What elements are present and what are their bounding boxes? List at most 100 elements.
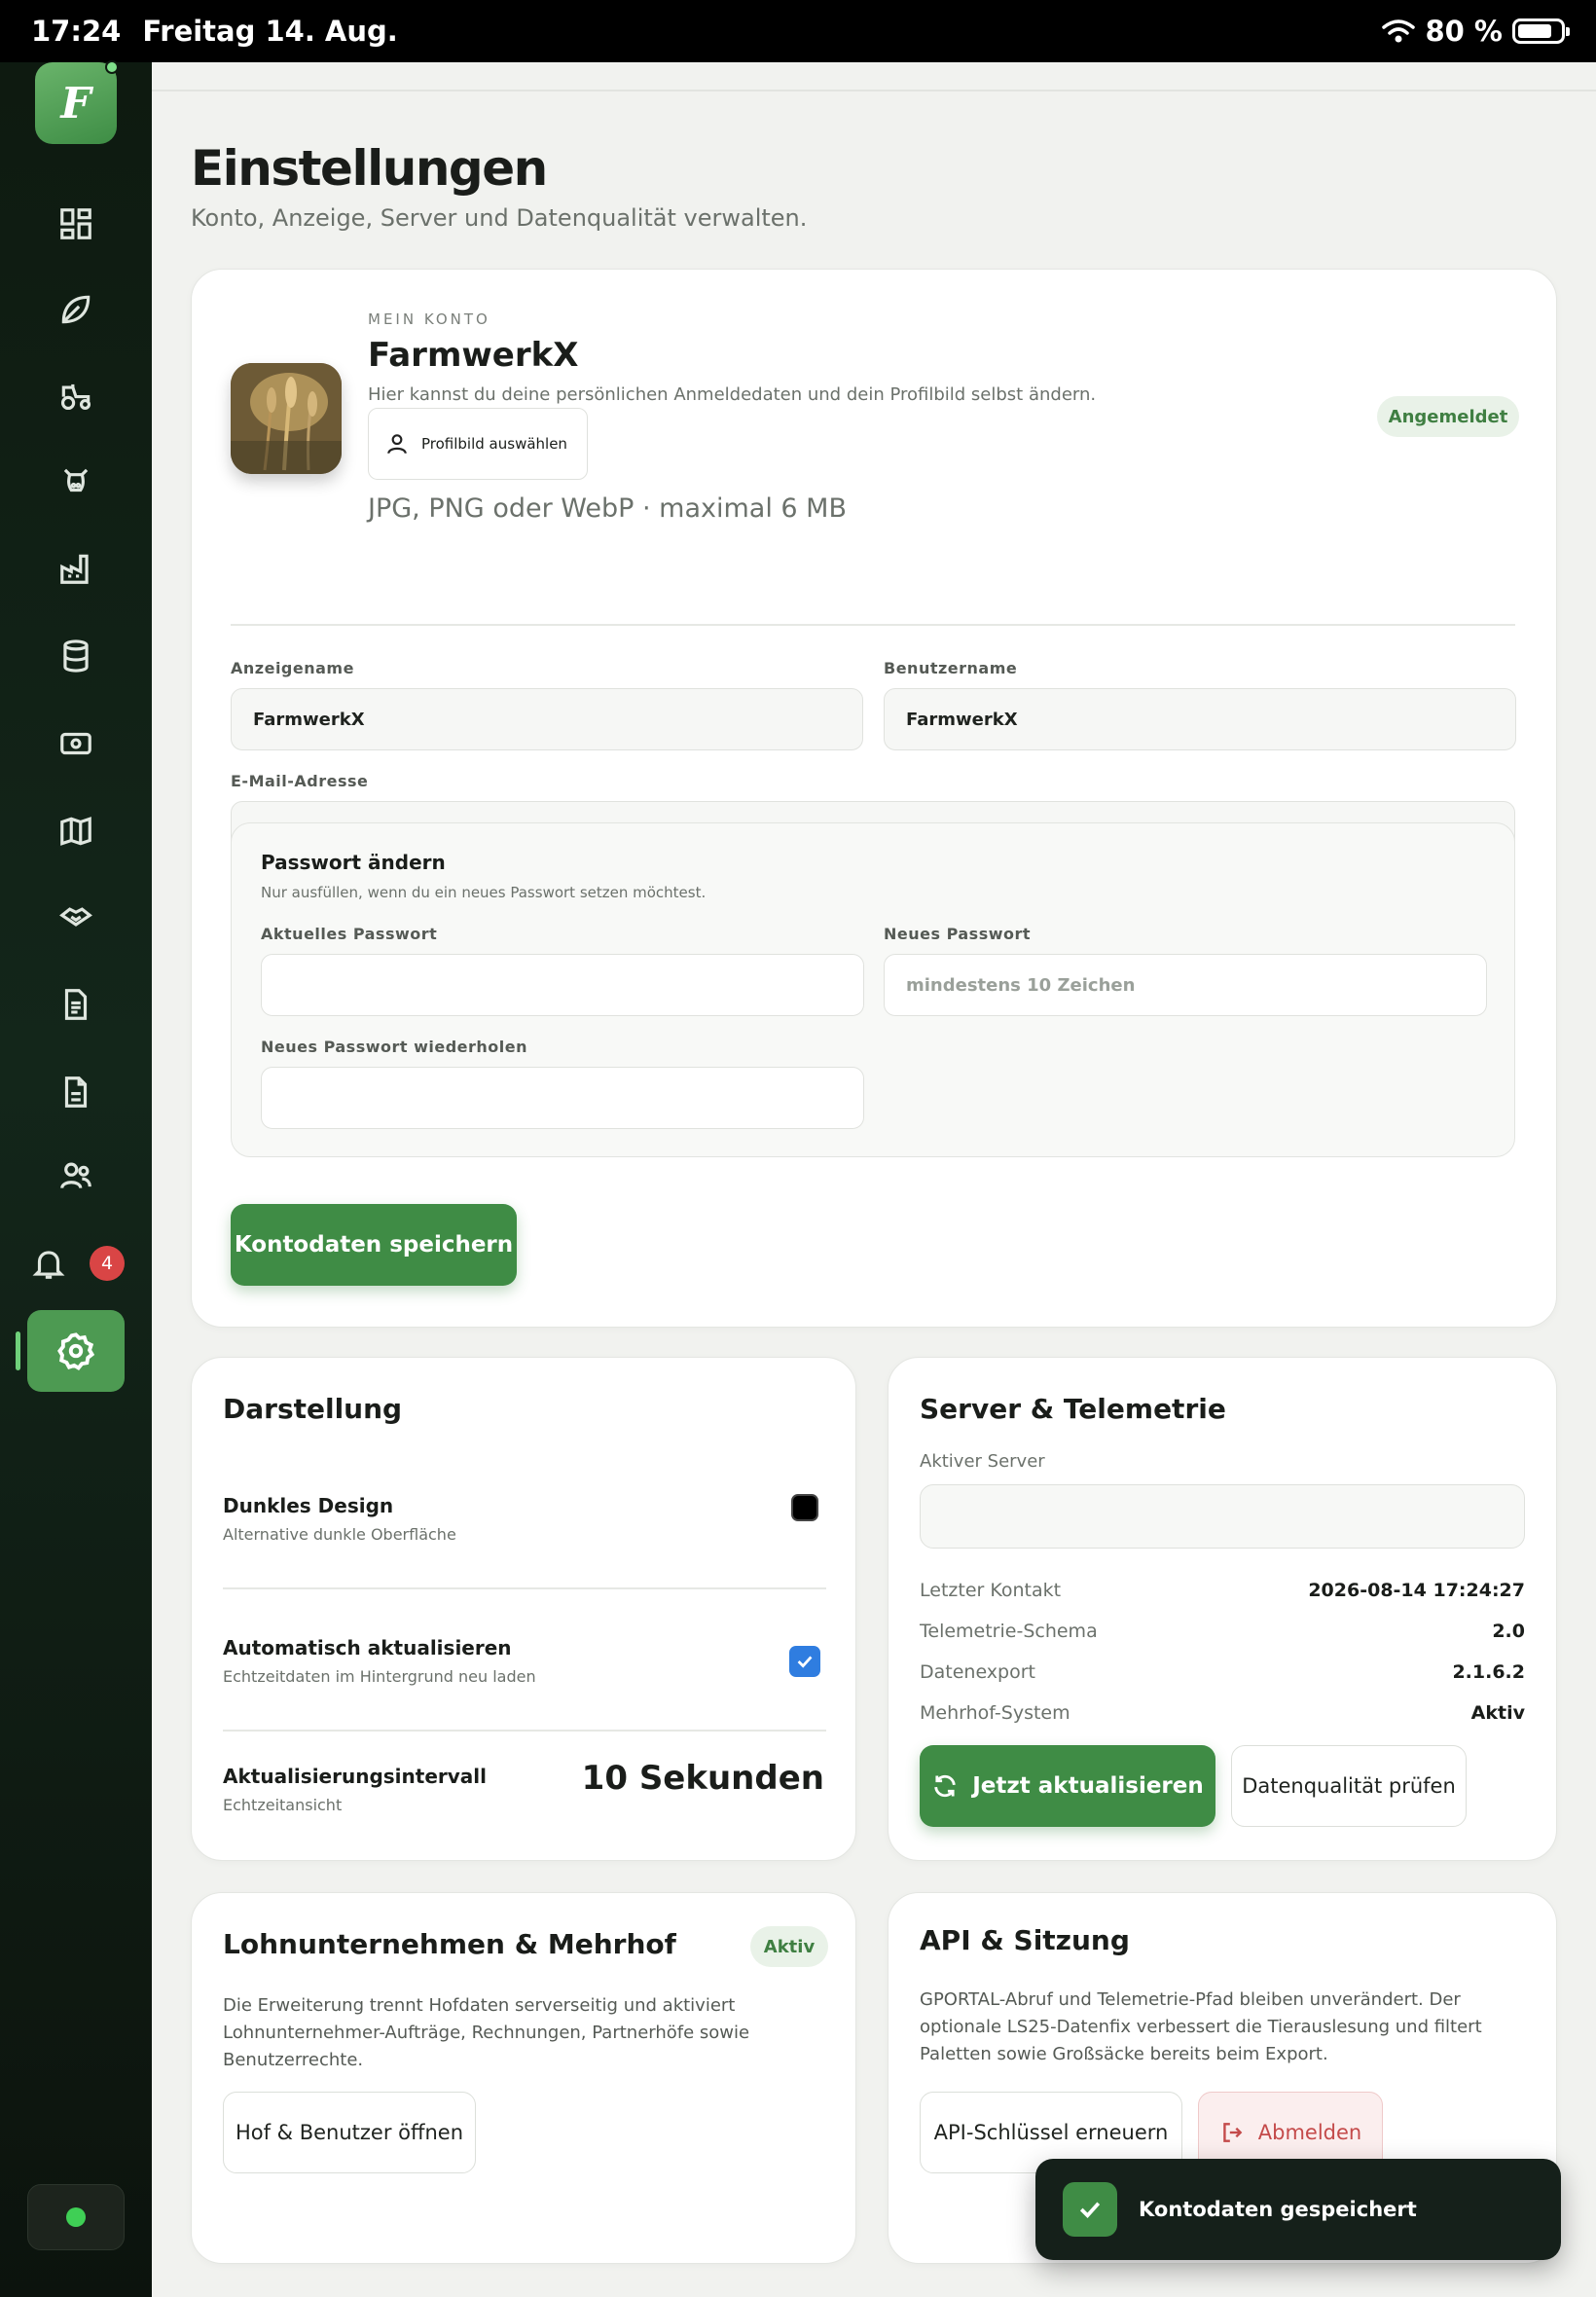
select-profile-picture-label: Profilbild auswählen xyxy=(421,435,567,453)
server-title: Server & Telemetrie xyxy=(920,1393,1226,1425)
cow-icon[interactable] xyxy=(53,457,99,504)
picture-hint: JPG, PNG oder WebP · maximal 6 MB xyxy=(368,493,847,524)
logo-letter: F xyxy=(60,78,91,128)
new-password-label: Neues Passwort xyxy=(884,925,1032,943)
auto-refresh-checkbox[interactable] xyxy=(789,1646,820,1677)
export-value: 2.1.6.2 xyxy=(1452,1661,1525,1683)
main-content: Einstellungen Konto, Anzeige, Server und… xyxy=(152,62,1596,2297)
current-password-input[interactable] xyxy=(261,954,864,1016)
dark-mode-subtitle: Alternative dunkle Oberfläche xyxy=(223,1525,456,1544)
refresh-now-label: Jetzt aktualisieren xyxy=(972,1773,1204,1799)
settings-icon[interactable] xyxy=(27,1310,125,1392)
api-description: GPORTAL-Abruf und Telemetrie-Pfad bleibe… xyxy=(920,1989,1482,2064)
display-divider-1 xyxy=(223,1587,826,1589)
status-time: 17:24 xyxy=(31,15,122,48)
toast-notification[interactable]: Kontodaten gespeichert xyxy=(1035,2159,1561,2260)
logout-icon xyxy=(1222,2123,1243,2142)
database-icon[interactable] xyxy=(53,633,99,679)
logout-label: Abmelden xyxy=(1257,2121,1362,2144)
refresh-icon xyxy=(934,1774,956,1798)
schema-key: Telemetrie-Schema xyxy=(920,1621,1098,1642)
factory-icon[interactable] xyxy=(53,545,99,592)
auto-refresh-title: Automatisch aktualisieren xyxy=(223,1636,512,1659)
dashboard-icon[interactable] xyxy=(53,201,99,247)
check-icon xyxy=(797,1656,813,1668)
wifi-icon xyxy=(1382,19,1416,43)
multifarm-value: Aktiv xyxy=(1470,1702,1525,1724)
new-password-input[interactable]: mindestens 10 Zeichen xyxy=(884,954,1487,1016)
select-profile-picture-button[interactable]: Profilbild auswählen xyxy=(368,408,588,480)
schema-value: 2.0 xyxy=(1492,1621,1525,1642)
page-title: Einstellungen xyxy=(191,140,548,197)
dark-mode-checkbox[interactable] xyxy=(791,1494,818,1521)
display-divider-2 xyxy=(223,1730,826,1732)
contractor-status-badge: Aktiv xyxy=(750,1926,828,1967)
last-contact-key: Letzter Kontakt xyxy=(920,1580,1062,1601)
email-label: E-Mail-Adresse xyxy=(231,772,369,790)
check-data-quality-button[interactable]: Datenqualität prüfen xyxy=(1231,1745,1467,1827)
map-icon[interactable] xyxy=(53,808,99,855)
page-subtitle: Konto, Anzeige, Server und Datenqualität… xyxy=(191,204,808,232)
active-indicator xyxy=(16,1331,20,1370)
handshake-icon[interactable] xyxy=(53,893,99,940)
status-date: Freitag 14. Aug. xyxy=(142,15,398,48)
repeat-password-label: Neues Passwort wiederholen xyxy=(261,1038,528,1056)
battery-icon xyxy=(1512,18,1570,44)
api-title: API & Sitzung xyxy=(920,1924,1130,1956)
status-right: 80 % xyxy=(1382,15,1570,48)
sidebar: F 4 xyxy=(0,60,152,2297)
user-icon xyxy=(387,434,407,455)
active-server-label: Aktiver Server xyxy=(920,1451,1045,1472)
interval-subtitle: Echtzeitansicht xyxy=(223,1796,343,1814)
profile-avatar[interactable] xyxy=(231,363,342,474)
auto-refresh-subtitle: Echtzeitdaten im Hintergrund neu laden xyxy=(223,1667,536,1686)
tractor-icon[interactable] xyxy=(53,372,99,419)
battery-percent: 80 % xyxy=(1425,15,1503,48)
password-section: Passwort ändern Nur ausfüllen, wenn du e… xyxy=(231,822,1515,1157)
save-account-button[interactable]: Kontodaten speichern xyxy=(231,1204,517,1286)
notification-badge: 4 xyxy=(90,1246,125,1281)
account-card: MEIN KONTO FarmwerkX Hier kannst du dein… xyxy=(191,269,1557,1328)
connection-status[interactable] xyxy=(27,2184,125,2250)
cash-icon[interactable] xyxy=(53,720,99,767)
username-label: Benutzername xyxy=(884,659,1018,677)
interval-value[interactable]: 10 Sekunden xyxy=(582,1759,824,1798)
display-title: Darstellung xyxy=(223,1393,403,1425)
success-check-icon xyxy=(1063,2182,1117,2237)
online-dot xyxy=(66,2207,86,2227)
repeat-password-input[interactable] xyxy=(261,1067,864,1129)
header-divider xyxy=(152,90,1596,91)
refresh-now-button[interactable]: Jetzt aktualisieren xyxy=(920,1745,1215,1827)
export-key: Datenexport xyxy=(920,1661,1036,1683)
account-name: FarmwerkX xyxy=(368,336,579,375)
users-icon[interactable] xyxy=(53,1152,99,1199)
username-input[interactable]: FarmwerkX xyxy=(884,688,1516,750)
contractor-title: Lohnunternehmen & Mehrhof xyxy=(223,1928,676,1960)
toast-message: Kontodaten gespeichert xyxy=(1139,2198,1417,2221)
app-logo[interactable]: F xyxy=(35,60,119,144)
display-name-label: Anzeigename xyxy=(231,659,354,677)
password-title: Passwort ändern xyxy=(261,851,446,874)
active-server-select[interactable] xyxy=(920,1484,1525,1549)
login-status-badge: Angemeldet xyxy=(1377,396,1519,437)
document-icon[interactable] xyxy=(53,981,99,1028)
status-bar: 17:24 Freitag 14. Aug. 80 % xyxy=(0,0,1596,62)
display-card: Darstellung Dunkles Design Alternative d… xyxy=(191,1357,856,1861)
account-divider xyxy=(231,624,1515,626)
invoice-icon[interactable] xyxy=(53,1069,99,1115)
logo-status-dot xyxy=(105,60,119,74)
section-kicker: MEIN KONTO xyxy=(368,310,490,328)
account-description: Hier kannst du deine persönlichen Anmeld… xyxy=(368,384,1097,405)
interval-title: Aktualisierungsintervall xyxy=(223,1765,487,1788)
multifarm-key: Mehrhof-System xyxy=(920,1702,1070,1724)
display-name-input[interactable]: FarmwerkX xyxy=(231,688,863,750)
current-password-label: Aktuelles Passwort xyxy=(261,925,438,943)
wheat-photo xyxy=(231,363,342,474)
bell-icon[interactable] xyxy=(25,1240,72,1287)
contractor-card: Lohnunternehmen & Mehrhof Aktiv Die Erwe… xyxy=(191,1892,856,2264)
battery-fill xyxy=(1518,24,1551,38)
server-card: Server & Telemetrie Aktiver Server Letzt… xyxy=(888,1357,1557,1861)
last-contact-value: 2026-08-14 17:24:27 xyxy=(1308,1580,1525,1601)
leaf-icon[interactable] xyxy=(53,286,99,333)
open-farm-users-button[interactable]: Hof & Benutzer öffnen xyxy=(223,2092,476,2173)
